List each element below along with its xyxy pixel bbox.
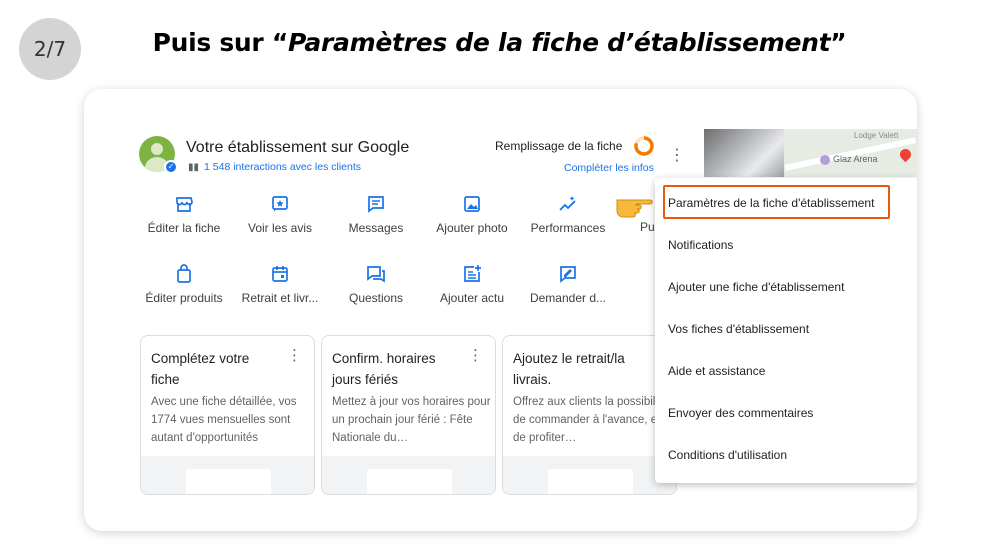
slide-title: Puis sur “Paramètres de la fiche d’établ… [0,28,999,57]
action-edit-profile[interactable]: Éditer la fiche [139,194,229,235]
questions-icon [367,266,385,283]
card-description: Avec une fiche détaillée, vos 1774 vues … [151,396,297,444]
menu-item-terms[interactable]: Conditions d'utilisation [668,448,787,462]
storefront-photo [704,129,784,177]
card-title: Complétez votre fiche [151,351,250,387]
menu-item-notifications[interactable]: Notifications [668,238,733,252]
action-label: Questions [348,291,404,305]
sparkle-chart-icon [559,196,576,211]
card-description: Offrez aux clients la possibilité de com… [513,396,668,444]
suggestion-card[interactable]: Ajoutez le retrait/la livrais. ⋮ Offrez … [502,335,677,495]
menu-item-your-profiles[interactable]: Vos fiches d'établissement [668,322,809,336]
action-label: Demander d... [529,291,607,305]
action-label: Ajouter actu [439,291,505,305]
action-post-label[interactable]: Pu [640,220,655,234]
photo-icon [464,196,480,212]
star-review-icon [272,196,288,212]
interactions-text: 1 548 interactions avec les clients [204,161,362,173]
title-prefix: Puis sur “ [152,28,289,57]
card-more-icon[interactable]: ⋮ [287,347,302,365]
verified-badge-icon: ✓ [164,160,178,174]
menu-item-profile-settings[interactable]: Paramètres de la fiche d'établissement [668,196,874,210]
card-more-icon[interactable]: ⋮ [468,347,483,365]
request-review-icon [560,266,576,283]
action-performance[interactable]: Performances [523,194,613,235]
complete-info-link[interactable]: Compléter les infos [564,162,654,174]
screenshot-frame: ✓ Votre établissement sur Google ▮▮ 1 54… [84,89,917,531]
interactions-link[interactable]: ▮▮ 1 548 interactions avec les clients [188,161,361,173]
calendar-icon [272,266,288,282]
map-thumbnail[interactable]: Lodge Valett Glaz Arena [704,129,917,177]
fill-progress-ring [634,136,654,156]
menu-item-send-feedback[interactable]: Envoyer des commentaires [668,406,813,420]
action-label: Éditer la fiche [147,221,221,235]
fill-label: Remplissage de la fiche [495,139,623,153]
action-label: Ajouter photo [436,221,508,235]
more-options-icon[interactable]: ⋮ [669,146,685,166]
shopping-bag-icon [177,264,191,283]
menu-item-add-profile[interactable]: Ajouter une fiche d'établissement [668,280,844,294]
options-menu: Paramètres de la fiche d'établissement N… [655,178,917,483]
storefront-icon [176,197,193,212]
action-edit-products[interactable]: Éditer produits [139,264,229,305]
map-street-label: Lodge Valett [854,131,899,140]
action-add-news[interactable]: Ajouter actu [427,264,517,305]
action-view-reviews[interactable]: Voir les avis [235,194,325,235]
action-messages[interactable]: Messages [331,194,421,235]
message-icon [368,196,384,213]
card-description: Mettez à jour vos horaires pour un proch… [332,396,491,444]
action-label: Performances [530,221,606,235]
action-questions[interactable]: Questions [331,264,421,305]
card-title: Ajoutez le retrait/la livrais. [513,351,625,387]
action-add-photo[interactable]: Ajouter photo [427,194,517,235]
suggestion-card[interactable]: Confirm. horaires jours fériés ⋮ Mettez … [321,335,496,495]
post-add-icon [464,265,481,282]
action-label: Éditer produits [145,291,223,305]
action-label: Retrait et livr... [241,291,319,305]
action-label: Voir les avis [247,221,313,235]
bar-chart-icon: ▮▮ [188,161,200,173]
map-poi-label: Glaz Arena [833,154,878,164]
action-pickup-delivery[interactable]: Retrait et livr... [235,264,325,305]
pointing-hand-icon [616,199,653,218]
action-request-review[interactable]: Demander d... [523,264,613,305]
title-emphasis: Paramètres de la fiche d’établissement [287,28,831,57]
card-title: Confirm. horaires jours fériés [332,351,436,387]
suggestion-card[interactable]: Complétez votre fiche ⋮ Avec une fiche d… [140,335,315,495]
business-name: Votre établissement sur Google [186,139,410,156]
title-suffix: ” [830,28,847,57]
poi-icon [820,155,830,165]
menu-item-help[interactable]: Aide et assistance [668,364,765,378]
action-label: Messages [348,221,404,235]
